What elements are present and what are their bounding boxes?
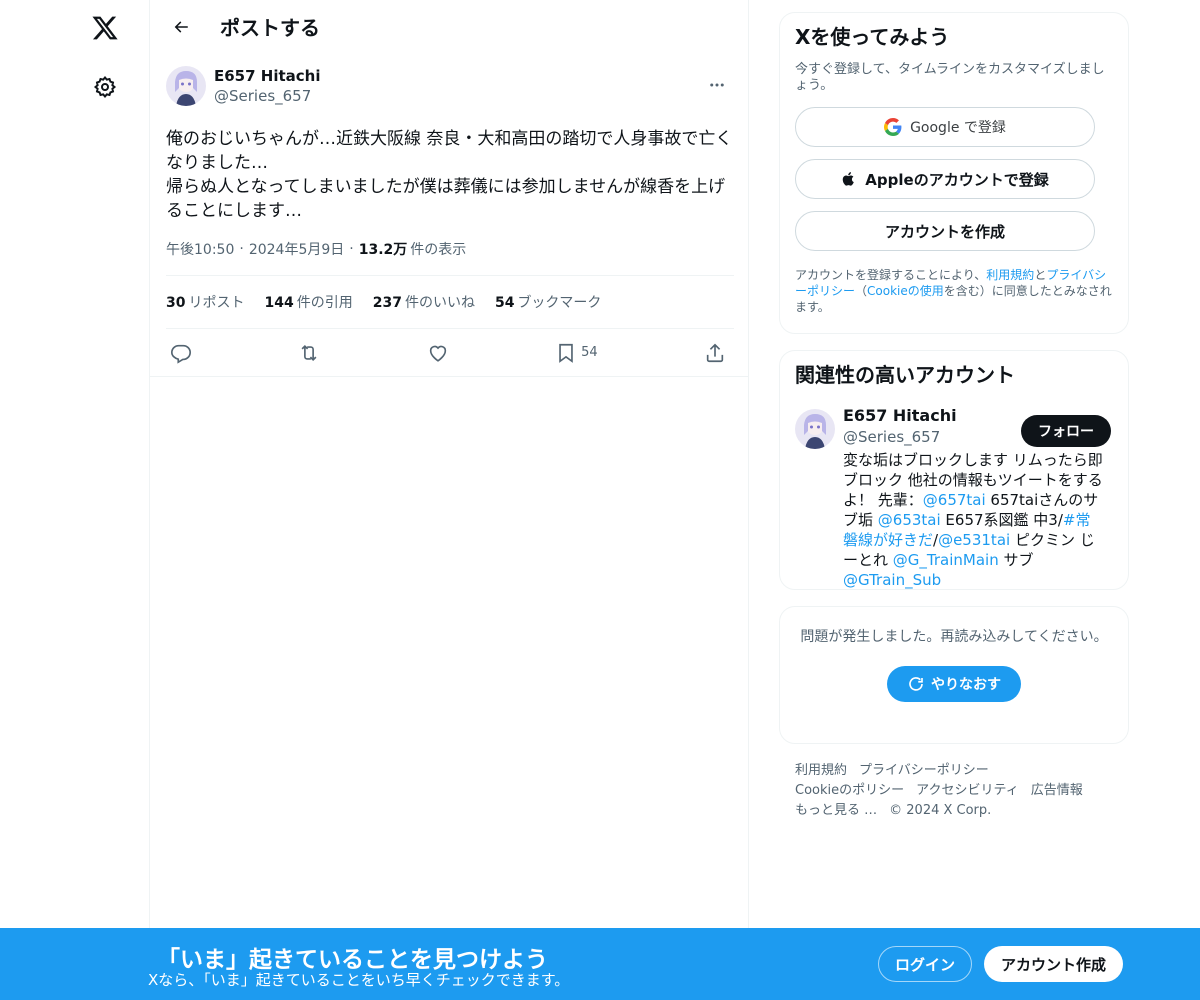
terms-and: と	[1034, 268, 1047, 282]
signup-banner: 「いま」起きていることを見つけよう Xなら、「いま」起きていることをいち早くチェ…	[0, 928, 1200, 1000]
apple-signup-button[interactable]: Appleのアカウントで登録	[795, 159, 1095, 199]
apple-signup-label: Appleのアカウントで登録	[865, 170, 1049, 189]
stat-count: 30	[166, 295, 186, 311]
separator: ·	[349, 241, 354, 257]
post-stats: 30 リポスト 144 件の引用 237 件のいいね 54 ブックマーク	[166, 276, 732, 328]
page-title: ポストする	[220, 16, 320, 40]
footer-link-ads[interactable]: 広告情報	[1031, 781, 1083, 801]
stat-reposts[interactable]: 30 リポスト	[166, 292, 244, 312]
post: E657 Hitachi @Series_657 俺のおじいちゃんが…近鉄大阪線…	[150, 64, 749, 377]
login-button[interactable]: ログイン	[878, 946, 972, 982]
arrow-left-icon	[174, 20, 188, 33]
post-date[interactable]: 2024年5月9日	[249, 239, 344, 259]
bio-mention-link[interactable]: @GTrain_Sub	[843, 571, 941, 589]
reply-icon	[171, 344, 191, 364]
create-account-button[interactable]: アカウントを作成	[795, 211, 1095, 251]
terms-paren: （	[855, 284, 868, 298]
signup-title: Xを使ってみよう	[795, 25, 950, 49]
related-accounts-card: 関連性の高いアカウント E657 Hitachi @Series_657 変な垢…	[779, 350, 1129, 590]
signup-button[interactable]: アカウント作成	[984, 946, 1123, 982]
banner-subtitle: Xなら、「いま」起きていることをいち早くチェックできます。	[148, 971, 570, 989]
back-button[interactable]	[164, 10, 198, 44]
left-nav	[0, 0, 150, 1000]
right-sidebar: Xを使ってみよう 今すぐ登録して、タイムラインをカスタマイズしましょう。 Goo…	[779, 12, 1129, 821]
stat-likes[interactable]: 237 件のいいね	[373, 292, 475, 312]
stat-label: 件の引用	[296, 295, 353, 311]
post-meta: 午後10:50 · 2024年5月9日 · 13.2万 件の表示	[166, 239, 732, 259]
google-icon	[884, 118, 902, 136]
follow-button[interactable]: フォロー	[1021, 415, 1111, 447]
footer-links: 利用規約 プライバシーポリシー Cookieのポリシー アクセシビリティ 広告情報 も…	[779, 761, 1109, 821]
terms-text: アカウントを登録することにより、利用規約とプライバシーポリシー（Cookieの使…	[795, 267, 1113, 315]
related-title: 関連性の高いアカウント	[795, 363, 1015, 387]
avatar[interactable]	[166, 66, 206, 106]
terms-prefix: アカウントを登録することにより、	[795, 268, 987, 282]
stat-label: ブックマーク	[517, 295, 602, 311]
create-account-label: アカウントを作成	[884, 222, 1005, 241]
author-name[interactable]: E657 Hitachi	[214, 66, 320, 86]
google-signup-button[interactable]: Google で登録	[795, 107, 1095, 147]
bio-mention-link[interactable]: @G_TrainMain	[893, 551, 999, 569]
copyright: © 2024 X Corp.	[889, 803, 992, 818]
bookmark-count: 54	[581, 345, 598, 360]
like-button[interactable]	[427, 336, 449, 370]
bio-text: サブ	[998, 551, 1034, 569]
footer-link-more[interactable]: もっと見る …	[795, 801, 877, 821]
separator: ·	[239, 241, 244, 257]
stat-count: 144	[264, 295, 294, 311]
author-handle[interactable]: @Series_657	[214, 86, 320, 106]
footer-link-accessibility[interactable]: アクセシビリティ	[916, 781, 1019, 801]
related-account[interactable]: E657 Hitachi @Series_657 変な垢はブロックします リムっ…	[795, 406, 1113, 590]
post-author: E657 Hitachi @Series_657	[166, 64, 732, 108]
more-horizontal-icon	[710, 83, 724, 87]
signup-subtitle: 今すぐ登録して、タイムラインをカスタマイズしましょう。	[795, 62, 1105, 93]
views-label: 件の表示	[410, 242, 467, 258]
repost-icon	[301, 344, 317, 361]
retry-button[interactable]: やりなおす	[887, 666, 1021, 702]
stat-label: 件のいいね	[404, 295, 475, 311]
footer-link-privacy[interactable]: プライバシーポリシー	[859, 761, 989, 781]
share-button[interactable]	[704, 336, 726, 370]
related-bio: 変な垢はブロックします リムったら即ブロック 他社の情報もツイートをするよ！ 先…	[843, 450, 1105, 590]
more-button[interactable]	[702, 70, 732, 100]
post-actions: 54	[166, 329, 732, 376]
bookmark-icon	[559, 343, 573, 363]
reply-button[interactable]	[170, 336, 192, 370]
post-text: 俺のおじいちゃんが…近鉄大阪線 奈良・大和高田の踏切で人身事故で亡く なりました…	[166, 129, 733, 221]
stat-count: 237	[372, 295, 402, 311]
bio-mention-link[interactable]: @657tai	[923, 491, 986, 509]
bio-text: E657系図鑑 中3/	[940, 511, 1063, 529]
heart-icon	[429, 345, 446, 362]
share-icon	[706, 343, 724, 362]
footer-link-cookie[interactable]: Cookieのポリシー	[795, 781, 904, 801]
avatar[interactable]	[795, 409, 835, 449]
apple-icon	[841, 170, 857, 188]
header: ポストする	[150, 0, 748, 53]
bookmark-button[interactable]: 54	[555, 336, 598, 370]
error-card: 問題が発生しました。再読み込みしてください。 やりなおす	[779, 606, 1129, 744]
stat-count: 54	[494, 295, 515, 311]
bio-mention-link[interactable]: @e531tai	[938, 531, 1010, 549]
footer-link-terms[interactable]: 利用規約	[795, 761, 847, 781]
retry-label: やりなおす	[931, 677, 1001, 693]
divider	[150, 376, 749, 377]
stat-bookmarks[interactable]: 54 ブックマーク	[495, 292, 601, 312]
post-time[interactable]: 午後10:50	[166, 239, 234, 259]
repost-button[interactable]	[298, 336, 320, 370]
stat-quotes[interactable]: 144 件の引用	[264, 292, 352, 312]
terms-link[interactable]: 利用規約	[986, 268, 1034, 282]
cookie-link[interactable]: Cookieの使用	[867, 284, 944, 298]
refresh-icon	[907, 675, 925, 693]
views-count: 13.2万	[358, 242, 408, 258]
google-signup-label: Google で登録	[910, 120, 1006, 136]
x-logo-icon[interactable]	[85, 8, 125, 48]
stat-label: リポスト	[188, 295, 245, 311]
signup-card: Xを使ってみよう 今すぐ登録して、タイムラインをカスタマイズしましょう。 Goo…	[779, 12, 1129, 334]
main-column: ポストする E657 Hitachi @Series_657 俺のおじいちゃんが…	[149, 0, 749, 1000]
gear-icon[interactable]	[85, 67, 125, 107]
error-message: 問題が発生しました。再読み込みしてください。	[800, 629, 1108, 645]
bio-mention-link[interactable]: @653tai	[878, 511, 941, 529]
